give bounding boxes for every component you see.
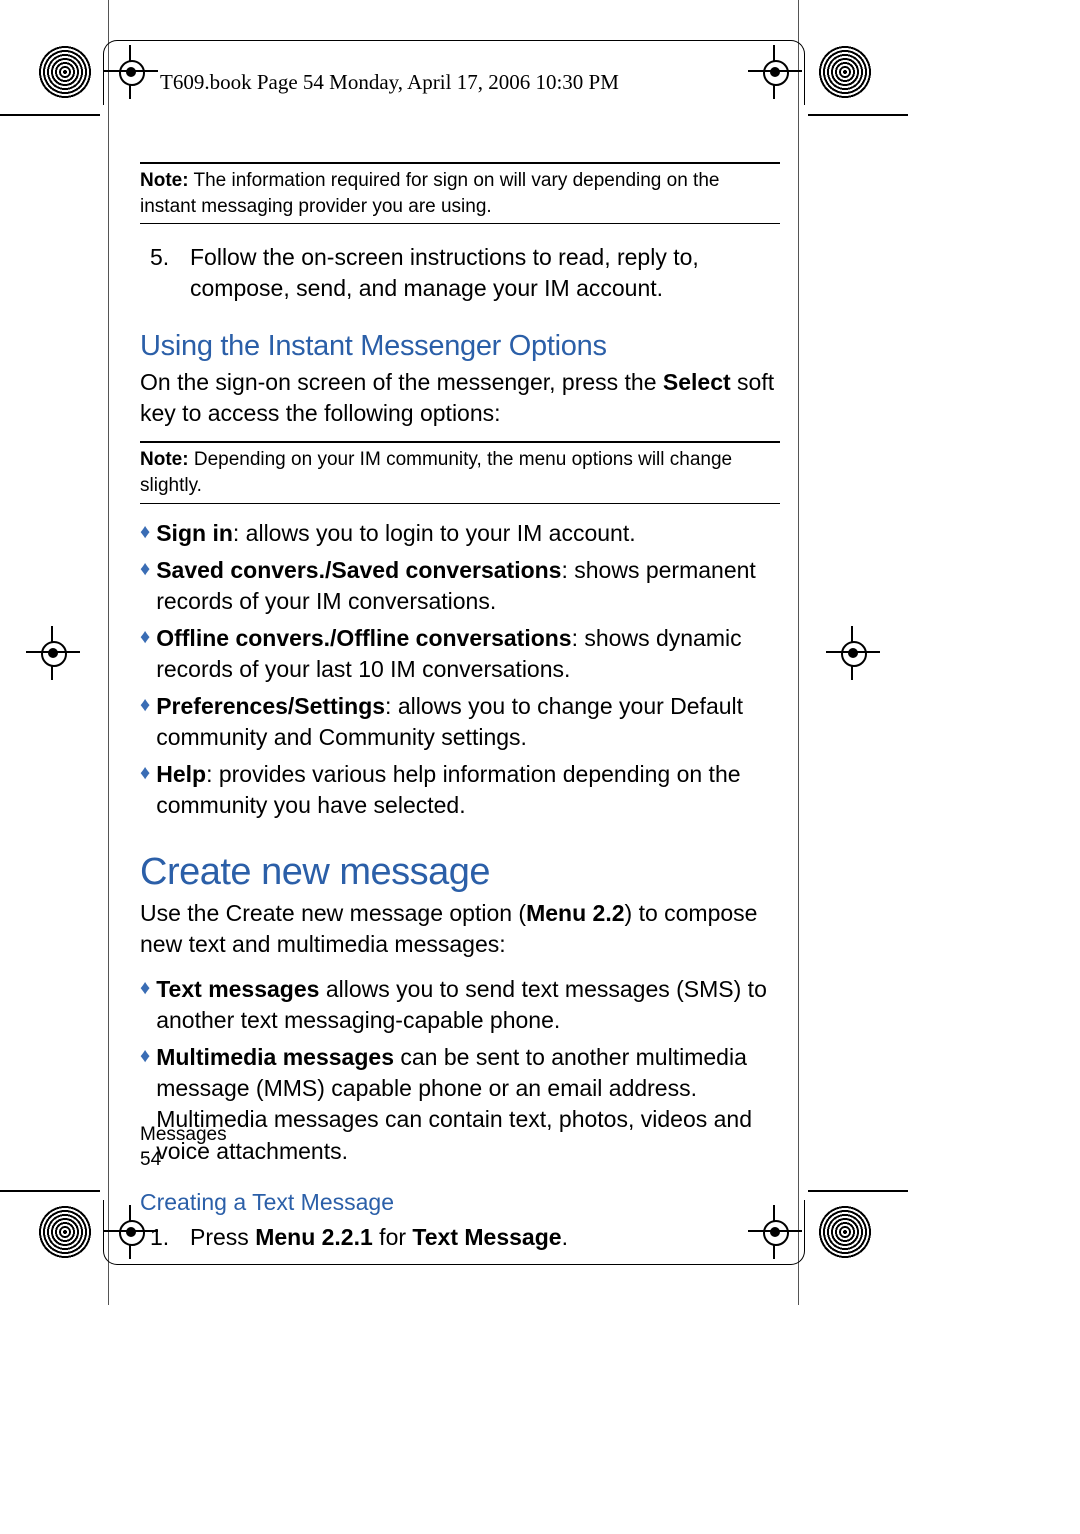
list-item: ♦Text messages allows you to send text m…: [140, 974, 780, 1036]
paragraph: On the sign-on screen of the messenger, …: [140, 367, 780, 429]
rule: [140, 441, 780, 443]
note-text: The information required for sign on wil…: [140, 170, 719, 217]
reg-bar: [0, 114, 100, 116]
footer-section: Messages: [140, 1123, 227, 1148]
rule: [140, 162, 780, 164]
step-text: Follow the on-screen instructions to rea…: [190, 242, 780, 304]
diamond-icon: ♦: [140, 623, 150, 685]
step-number: 1.: [150, 1222, 176, 1253]
reg-cross-icon: [836, 636, 870, 670]
diamond-icon: ♦: [140, 974, 150, 1036]
reg-spiral-icon: [38, 1205, 92, 1259]
reg-spiral-icon: [38, 45, 92, 99]
heading-3: Creating a Text Message: [140, 1189, 780, 1216]
page-footer: Messages 54: [140, 1123, 227, 1172]
guide-line-left: [108, 0, 109, 1305]
reg-spiral-icon: [818, 1205, 872, 1259]
diamond-icon: ♦: [140, 759, 150, 821]
heading-2: Using the Instant Messenger Options: [140, 330, 780, 363]
paragraph: Use the Create new message option (Menu …: [140, 898, 780, 960]
page-content: Note: The information required for sign …: [140, 150, 780, 1253]
diamond-icon: ♦: [140, 518, 150, 549]
heading-1: Create new message: [140, 851, 780, 894]
note-block: Note: Depending on your IM community, th…: [140, 447, 780, 498]
list-item: ♦Help: provides various help information…: [140, 759, 780, 821]
diamond-icon: ♦: [140, 555, 150, 617]
ordered-step: 5. Follow the on-screen instructions to …: [150, 242, 780, 304]
running-header: T609.book Page 54 Monday, April 17, 2006…: [160, 70, 619, 95]
reg-bar: [0, 1190, 100, 1192]
step-text: Press Menu 2.2.1 for Text Message.: [190, 1222, 568, 1253]
list-item: ♦Saved convers./Saved conversations: sho…: [140, 555, 780, 617]
reg-bar: [808, 114, 908, 116]
reg-spiral-icon: [818, 45, 872, 99]
note-label: Note:: [140, 170, 189, 191]
rule: [140, 223, 780, 224]
diamond-icon: ♦: [140, 691, 150, 753]
reg-cross-icon: [36, 636, 70, 670]
ordered-step: 1. Press Menu 2.2.1 for Text Message.: [150, 1222, 780, 1253]
bullet-list: ♦Sign in: allows you to login to your IM…: [140, 518, 780, 821]
list-item: ♦Offline convers./Offline conversations:…: [140, 623, 780, 685]
list-item: ♦Multimedia messages can be sent to anot…: [140, 1042, 780, 1166]
footer-page-number: 54: [140, 1148, 227, 1173]
list-item: ♦Preferences/Settings: allows you to cha…: [140, 691, 780, 753]
step-number: 5.: [150, 242, 176, 304]
rule: [140, 503, 780, 504]
guide-line-right: [798, 0, 799, 1305]
note-block: Note: The information required for sign …: [140, 168, 780, 219]
bullet-list: ♦Text messages allows you to send text m…: [140, 974, 780, 1166]
reg-bar: [808, 1190, 908, 1192]
note-label: Note:: [140, 449, 189, 470]
note-text: Depending on your IM community, the menu…: [140, 449, 732, 496]
list-item: ♦Sign in: allows you to login to your IM…: [140, 518, 780, 549]
